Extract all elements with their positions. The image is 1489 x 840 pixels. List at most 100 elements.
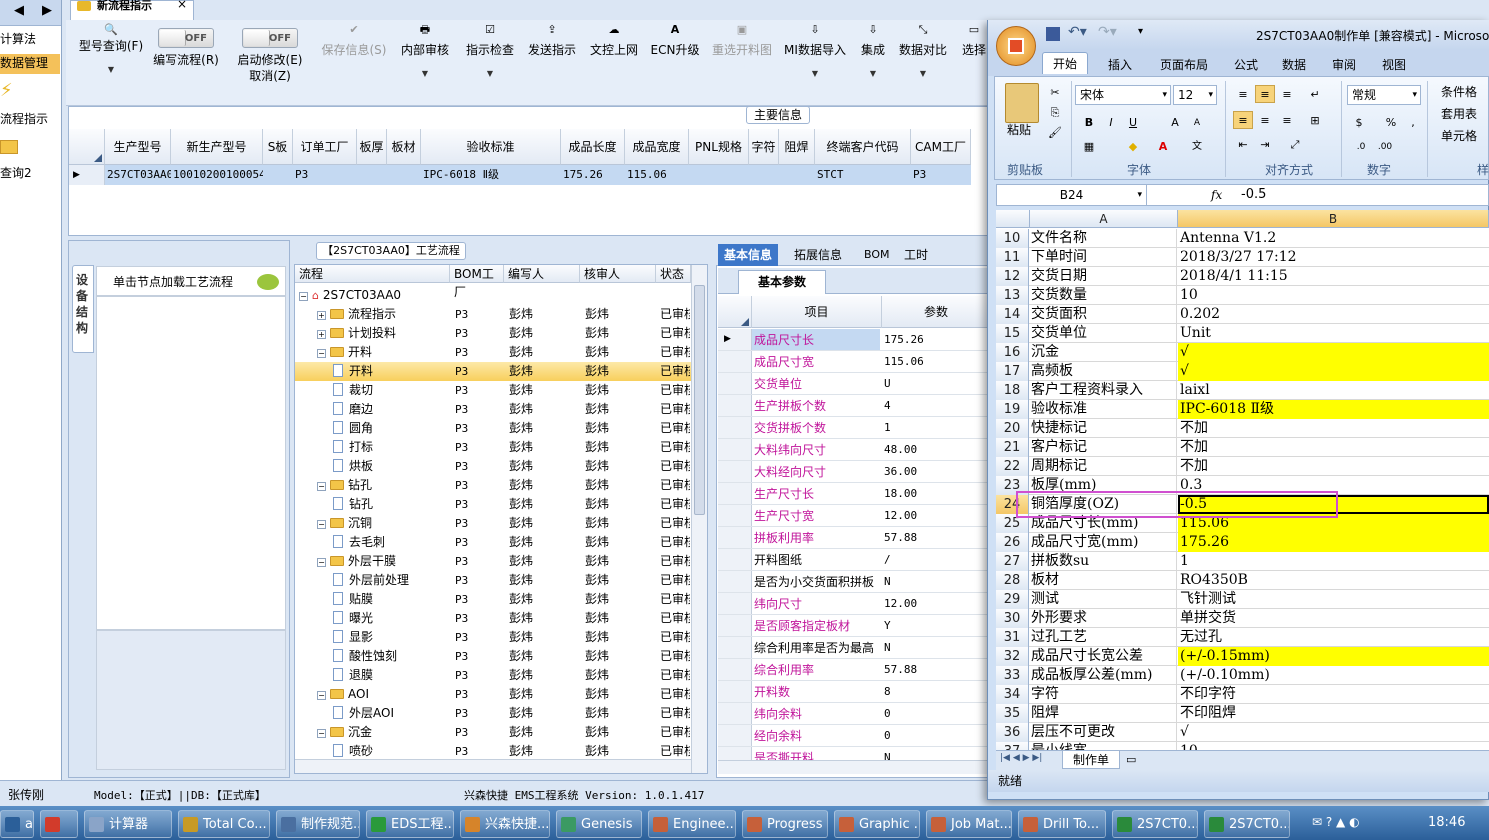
param-value[interactable]: 36.00 [882, 461, 990, 482]
bold-button[interactable]: B [1079, 113, 1099, 131]
param-value[interactable]: 57.88 [882, 527, 990, 548]
copy-icon[interactable]: ⎘ [1045, 103, 1065, 121]
clock[interactable]: 18:46 [1428, 815, 1465, 830]
cell-a[interactable]: 成品板厚公差(mm) [1030, 666, 1177, 685]
equipment-tree[interactable] [96, 296, 286, 630]
main-row-cell[interactable]: 175.26 [561, 165, 625, 185]
align-top-icon[interactable]: ≡ [1233, 85, 1253, 103]
param-row[interactable]: 成品尺寸宽 115.06 [718, 351, 990, 373]
param-row[interactable]: 开料数 8 [718, 681, 990, 703]
sheet-row[interactable]: 23 板厚(mm) 0.3 [996, 476, 1489, 495]
borders-icon[interactable]: ▦ [1079, 137, 1099, 155]
sheet-tab-zhizuodan[interactable]: 制作单 [1062, 751, 1120, 769]
tree-row[interactable]: + 计划投料 P3 彭炜 彭炜 已审核 [295, 324, 691, 343]
param-value[interactable]: 4 [882, 395, 990, 416]
sheet-row[interactable]: 21 客户标记 不加 [996, 438, 1489, 457]
sheet-row[interactable]: 16 沉金 √ [996, 343, 1489, 362]
row-number[interactable]: 26 [996, 533, 1029, 552]
tree-row[interactable]: 烘板 P3 彭炜 彭炜 已审核 [295, 457, 691, 476]
cell-a[interactable]: 交货面积 [1030, 305, 1177, 324]
tree-row[interactable]: 开料 P3 彭炜 彭炜 已审核 [295, 362, 691, 381]
process-tree[interactable]: 流程 BOM工厂 编写人 核审人 状态 − ⌂ 2S7CT03AA0 + 流程指示 P… [294, 264, 708, 774]
cell-b[interactable]: 0.3 [1178, 476, 1489, 495]
param-value[interactable]: Y [882, 615, 990, 636]
sheet-row[interactable]: 32 成品尺寸长宽公差 (+/-0.15mm) [996, 647, 1489, 666]
cell-a[interactable]: 板材 [1030, 571, 1177, 590]
param-value[interactable]: U [882, 373, 990, 394]
tab-extended-info[interactable]: 拓展信息 [788, 244, 848, 266]
param-row[interactable]: ▶ 成品尺寸长 175.26 [718, 329, 990, 351]
expand-toggle-icon[interactable]: − [317, 691, 326, 700]
cell-a[interactable]: 文件名称 [1030, 229, 1177, 248]
param-value[interactable]: N [882, 637, 990, 658]
horizontal-scrollbar[interactable] [295, 759, 691, 773]
tree-row[interactable]: 外层AOI P3 彭炜 彭炜 已审核 [295, 704, 691, 723]
tab-man-hours[interactable]: 工时 [898, 244, 934, 266]
model-query-button[interactable]: 🔍 型号查询(F) ▼ [72, 20, 150, 77]
taskbar-item[interactable]: Enginee... [648, 810, 736, 838]
main-row-cell[interactable]: STCT [815, 165, 911, 185]
doc-online-button[interactable]: ☁ 文控上网 [586, 20, 642, 57]
cell-a[interactable]: 客户工程资料录入 [1030, 381, 1177, 400]
sheet-row[interactable]: 17 高频板 √ [996, 362, 1489, 381]
col-reviewer[interactable]: 核审人 [580, 265, 656, 283]
main-col-header[interactable]: CAM工厂 [911, 129, 971, 165]
cell-a[interactable]: 铜箔厚度(OZ) [1030, 495, 1177, 514]
edit-process-toggle[interactable]: OFF 编写流程(R) [150, 20, 222, 67]
cell-a[interactable]: 最小线宽 [1030, 742, 1177, 750]
param-value[interactable]: / [882, 549, 990, 570]
main-col-header[interactable]: 生产型号 [105, 129, 171, 165]
sheet-row[interactable]: 30 外形要求 单拼交货 [996, 609, 1489, 628]
param-row[interactable]: 拼板利用率 57.88 [718, 527, 990, 549]
taskbar-item[interactable]: 计算器 [84, 810, 172, 838]
tab-page-layout[interactable]: 页面布局 [1150, 54, 1218, 76]
main-row-cell[interactable]: 115.06 [625, 165, 689, 185]
cell-b[interactable]: 10 [1178, 286, 1489, 305]
tree-row[interactable]: 钻孔 P3 彭炜 彭炜 已审核 [295, 495, 691, 514]
cell-a[interactable]: 字符 [1030, 685, 1177, 704]
tree-row[interactable]: 去毛刺 P3 彭炜 彭炜 已审核 [295, 533, 691, 552]
row-number[interactable]: 14 [996, 305, 1029, 324]
col-bom-factory[interactable]: BOM工厂 [450, 265, 504, 299]
main-col-header[interactable]: 验收标准 [421, 129, 561, 165]
cell-a[interactable]: 沉金 [1030, 343, 1177, 362]
redo-icon[interactable]: ↷▾ [1098, 24, 1117, 40]
tree-row[interactable]: 退膜 P3 彭炜 彭炜 已审核 [295, 666, 691, 685]
vertical-scrollbar[interactable] [691, 265, 707, 773]
main-row-cell[interactable]: P3 [293, 165, 357, 185]
expand-toggle-icon[interactable]: − [317, 482, 326, 491]
orientation-icon[interactable]: ⤢ [1285, 135, 1305, 153]
tree-row[interactable]: − 沉金 P3 彭炜 彭炜 已审核 [295, 723, 691, 742]
param-row[interactable]: 是否顾客指定板材 Y [718, 615, 990, 637]
cell-a[interactable]: 验收标准 [1030, 400, 1177, 419]
sheet-row[interactable]: 35 阻焊 不印阻焊 [996, 704, 1489, 723]
row-number[interactable]: 17 [996, 362, 1029, 381]
reselect-cut-drawing-button[interactable]: ▣ 重选开料图 [708, 20, 776, 57]
cell-b[interactable]: 无过孔 [1178, 628, 1489, 647]
cell-b[interactable]: Antenna V1.2 [1178, 229, 1489, 248]
param-value[interactable]: 115.06 [882, 351, 990, 372]
row-number[interactable]: 20 [996, 419, 1029, 438]
cell-a[interactable]: 板厚(mm) [1030, 476, 1177, 495]
cell-a[interactable]: 交货日期 [1030, 267, 1177, 286]
param-row[interactable]: 生产拼板个数 4 [718, 395, 990, 417]
main-row-cell[interactable]: 10010200100054 [171, 165, 263, 185]
main-row-cell[interactable]: P3 [911, 165, 971, 185]
cell-styles-button[interactable]: 单元格 [1441, 127, 1489, 144]
row-number[interactable]: 19 [996, 400, 1029, 419]
main-col-header[interactable]: 阻焊 [779, 129, 815, 165]
spreadsheet[interactable]: A B 10 文件名称 Antenna V1.2 11 下单时间 2018/3/27 17… [996, 210, 1489, 750]
main-row-cell[interactable] [387, 165, 421, 185]
cell-b[interactable]: √ [1178, 343, 1489, 362]
font-size-select[interactable]: 12 ▾ [1173, 85, 1217, 105]
row-number[interactable]: 25 [996, 514, 1029, 533]
param-row[interactable]: 生产尺寸长 18.00 [718, 483, 990, 505]
row-number[interactable]: 34 [996, 685, 1029, 704]
main-col-header[interactable]: 板厚 [357, 129, 387, 165]
nav-item-process[interactable]: 流程指示 [0, 110, 48, 127]
row-number[interactable]: 35 [996, 704, 1029, 723]
sheet-row[interactable]: 13 交货数量 10 [996, 286, 1489, 305]
taskbar-item[interactable]: Progress [742, 810, 828, 838]
main-col-header[interactable]: 新生产型号 [171, 129, 263, 165]
cell-a[interactable]: 成品尺寸长(mm) [1030, 514, 1177, 533]
